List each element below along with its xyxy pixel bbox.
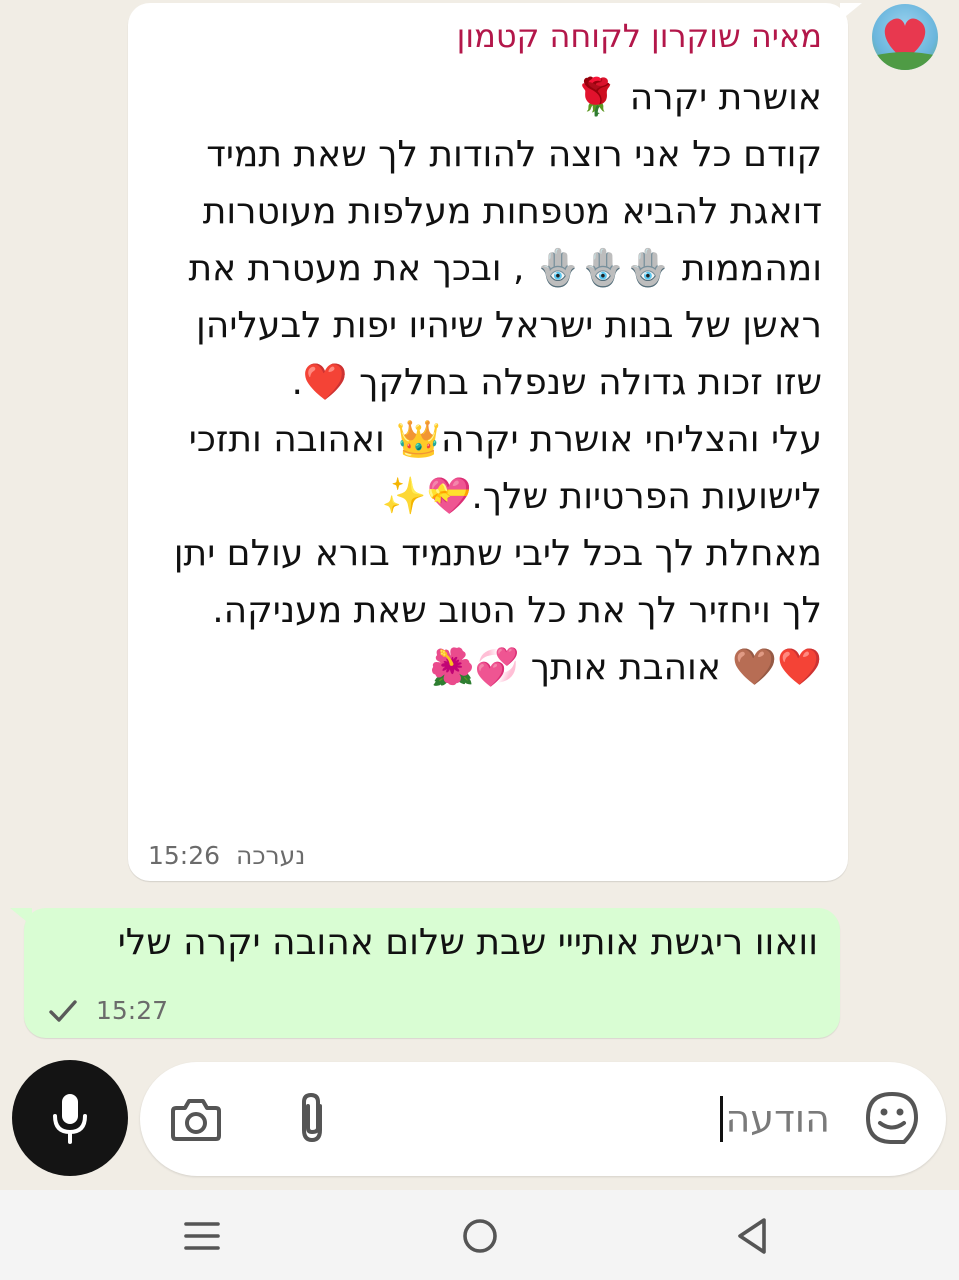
system-navigation-bar (0, 1190, 959, 1280)
message-time: 15:26 (148, 841, 221, 870)
sticker-icon (866, 1092, 918, 1144)
bubble-tail (840, 3, 862, 21)
camera-icon (171, 1099, 221, 1141)
incoming-message-text: אושרת יקרה 🌹 קודם כל אני רוצה להודות לך … (173, 77, 822, 688)
message-time: 15:27 (96, 996, 169, 1025)
recent-apps-button[interactable] (180, 1214, 224, 1258)
message-input[interactable]: הודעה (720, 1096, 830, 1142)
avatar-heart-image (872, 18, 938, 70)
outgoing-message-bubble[interactable]: וואוו ריגשת אותייי שבת שלום אהובה יקרה ש… (10, 908, 840, 1038)
attach-button[interactable] (290, 1090, 334, 1148)
edited-label: נערכה (236, 841, 306, 870)
message-composer[interactable]: הודעה (140, 1062, 946, 1176)
sender-name[interactable]: מאיה שוקרון לקוחה קטמון (457, 17, 822, 55)
home-button[interactable] (458, 1214, 502, 1258)
outgoing-message-text: וואוו ריגשת אותייי שבת שלום אהובה יקרה ש… (117, 922, 818, 963)
back-button[interactable] (730, 1214, 774, 1258)
home-icon (463, 1219, 497, 1253)
sticker-button[interactable] (864, 1090, 920, 1146)
sender-avatar[interactable] (872, 4, 938, 70)
voice-record-button[interactable] (12, 1060, 128, 1176)
bubble-tail (10, 908, 32, 926)
outgoing-message-meta: 15:27 (48, 996, 168, 1025)
recent-apps-icon (184, 1222, 220, 1250)
incoming-message-meta: 15:26 נערכה (148, 841, 305, 870)
single-check-icon (49, 999, 77, 1022)
camera-button[interactable] (170, 1094, 222, 1144)
incoming-message-bubble[interactable]: מאיה שוקרון לקוחה קטמון אושרת יקרה 🌹 קוד… (128, 3, 862, 881)
paperclip-icon (302, 1092, 322, 1143)
back-icon (738, 1218, 766, 1254)
microphone-icon (53, 1094, 87, 1144)
